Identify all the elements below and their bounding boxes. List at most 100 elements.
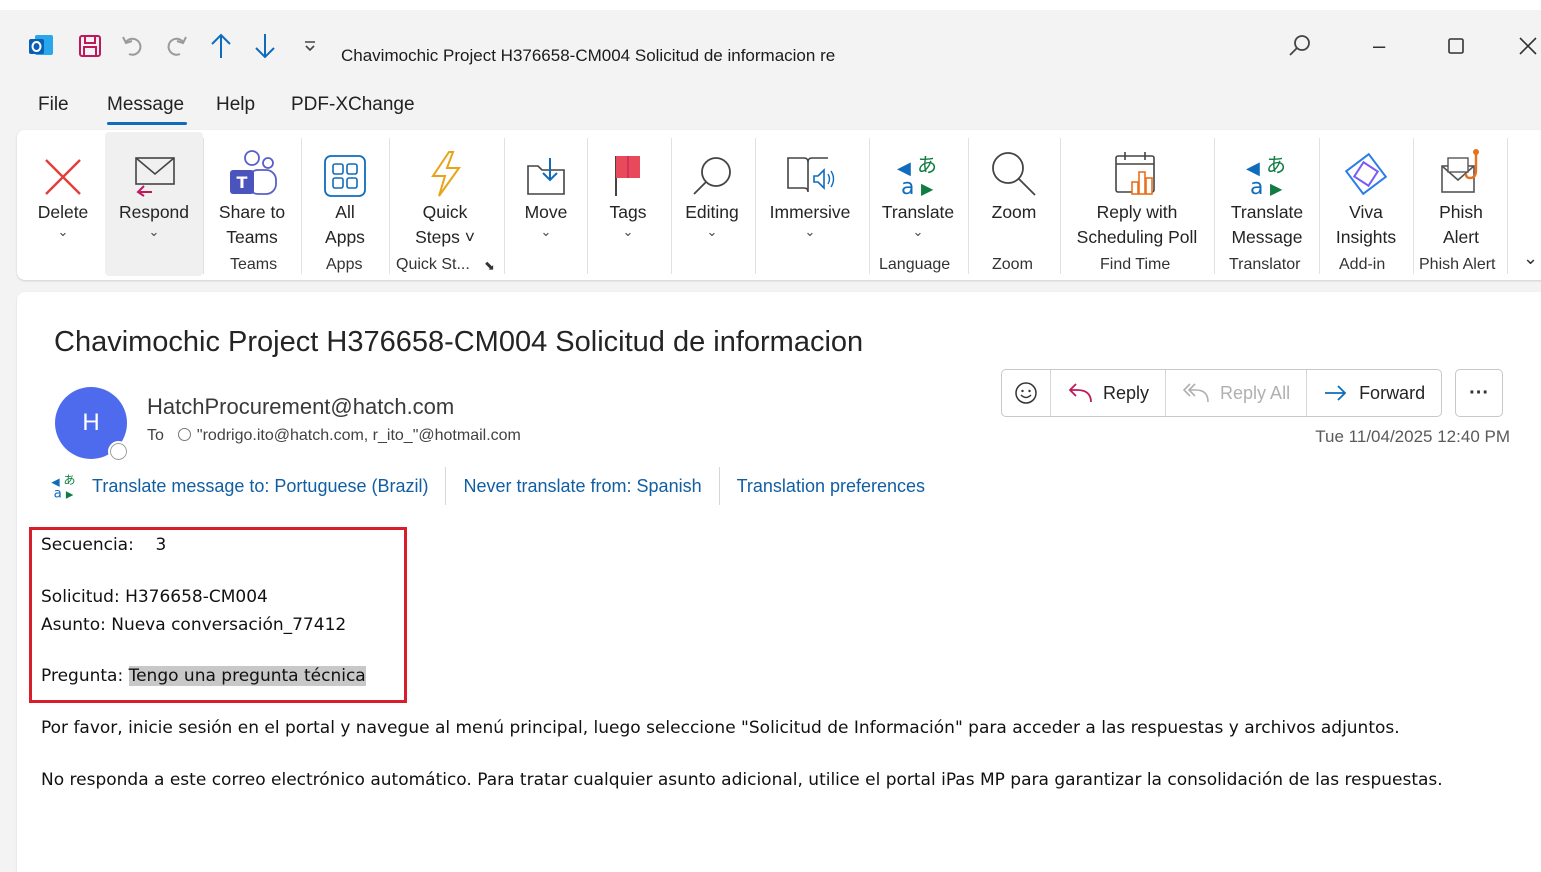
recipient-line: To "rodrigo.ito@hatch.com, r_ito_"@hotmai… bbox=[147, 427, 521, 445]
ribbon-divider bbox=[203, 138, 204, 274]
save-icon[interactable] bbox=[77, 32, 103, 60]
reply-with-scheduling-poll-button[interactable]: Reply with Scheduling Poll bbox=[1067, 130, 1207, 250]
phish-alert-label: Phish Alert bbox=[1439, 202, 1483, 247]
more-actions-button[interactable]: ··· bbox=[1455, 369, 1504, 417]
never-translate-link[interactable]: Never translate from: Spanish bbox=[445, 467, 718, 505]
previous-item-icon[interactable] bbox=[209, 32, 233, 60]
ribbon-divider bbox=[389, 138, 390, 274]
redo-icon[interactable] bbox=[163, 32, 189, 60]
apps-grid-icon bbox=[323, 136, 367, 198]
respond-button[interactable]: Respond ⌄ bbox=[113, 130, 195, 250]
translate-button[interactable]: ◀ あ a ▶ Translate ⌄ bbox=[875, 130, 961, 250]
next-item-icon[interactable] bbox=[253, 32, 277, 60]
ribbon-divider bbox=[968, 138, 969, 274]
svg-text:あ: あ bbox=[917, 153, 937, 177]
presence-status-icon bbox=[108, 441, 129, 462]
translate-icon: ◀あa▶ bbox=[895, 136, 941, 198]
ribbon-divider bbox=[869, 138, 870, 274]
editing-label: Editing bbox=[685, 202, 739, 222]
move-button[interactable]: Move ⌄ bbox=[511, 130, 581, 250]
quick-steps-button[interactable]: Quick Steps ˅ bbox=[397, 130, 493, 250]
customize-toolbar-icon[interactable] bbox=[302, 32, 318, 60]
tab-pdf-xchange[interactable]: PDF-XChange bbox=[291, 94, 415, 116]
zoom-icon bbox=[990, 136, 1038, 198]
immersive-button[interactable]: Immersive ⌄ bbox=[763, 130, 857, 250]
scheduling-poll-icon bbox=[1113, 136, 1161, 198]
outlook-logo-icon bbox=[27, 32, 55, 60]
reply-action-group: Reply Reply All Forward bbox=[1001, 369, 1443, 417]
svg-text:a: a bbox=[1250, 175, 1263, 198]
group-label-teams: Teams bbox=[230, 256, 278, 273]
search-icon bbox=[690, 136, 734, 198]
ribbon-divider bbox=[1060, 138, 1061, 274]
dialog-launcher-icon[interactable]: ⬊ bbox=[484, 258, 495, 274]
tab-message[interactable]: Message bbox=[107, 94, 184, 116]
phish-alert-icon bbox=[1436, 136, 1486, 198]
respond-label: Respond bbox=[118, 202, 190, 222]
close-button[interactable] bbox=[1518, 32, 1538, 60]
sender-address[interactable]: HatchProcurement@hatch.com bbox=[147, 394, 454, 420]
translate-message-label: Translate Message bbox=[1230, 202, 1304, 247]
recipient-address[interactable]: "rodrigo.ito@hatch.com, r_ito_"@hotmail.… bbox=[197, 427, 521, 444]
tab-help[interactable]: Help bbox=[216, 94, 255, 116]
translation-bar: ◀ あ a ▶ Translate message to: Portuguese (B… bbox=[50, 466, 942, 506]
undo-icon[interactable] bbox=[120, 32, 146, 60]
immersive-label: Immersive bbox=[769, 202, 851, 222]
ribbon-divider bbox=[1413, 138, 1414, 274]
share-to-teams-button[interactable]: T Share to Teams bbox=[209, 130, 295, 250]
svg-text:a: a bbox=[901, 175, 914, 198]
svg-text:あ: あ bbox=[63, 473, 75, 487]
tags-label: Tags bbox=[609, 202, 647, 222]
group-label-zoom: Zoom bbox=[992, 256, 1033, 273]
message-actions: Reply Reply All Forward ··· bbox=[1001, 369, 1504, 417]
search-icon[interactable] bbox=[1287, 32, 1313, 60]
minimize-button[interactable]: – bbox=[1373, 32, 1385, 60]
smiley-icon bbox=[1015, 382, 1037, 404]
chevron-down-icon: ⌄ bbox=[148, 224, 160, 239]
chevron-down-icon: ⌄ bbox=[804, 224, 816, 239]
phish-alert-button[interactable]: Phish Alert bbox=[1421, 130, 1501, 250]
chevron-down-icon: ⌄ bbox=[57, 224, 69, 239]
group-label-translator: Translator bbox=[1229, 256, 1301, 273]
viva-insights-button[interactable]: Viva Insights bbox=[1326, 130, 1406, 250]
viva-insights-icon bbox=[1342, 136, 1390, 198]
delete-button[interactable]: Delete ⌄ bbox=[23, 130, 103, 250]
ribbon-divider bbox=[755, 138, 756, 274]
quick-steps-label: Quick Steps ˅ bbox=[415, 202, 475, 247]
translate-message-button[interactable]: ◀ あ a ▶ Translate Message bbox=[1222, 130, 1312, 250]
zoom-label: Zoom bbox=[991, 202, 1037, 222]
title-bar: Chavimochic Project H376658-CM004 Solici… bbox=[0, 10, 1541, 84]
reply-with-scheduling-poll-label: Reply with Scheduling Poll bbox=[1076, 202, 1198, 247]
respond-icon bbox=[130, 136, 178, 198]
translate-label: Translate bbox=[881, 202, 955, 222]
all-apps-button[interactable]: All Apps bbox=[309, 130, 381, 250]
maximize-button[interactable] bbox=[1447, 32, 1465, 60]
translation-preferences-link[interactable]: Translation preferences bbox=[718, 467, 942, 505]
reply-all-icon bbox=[1182, 383, 1209, 403]
translate-message-link[interactable]: Translate message to: Portuguese (Brazil… bbox=[78, 467, 445, 505]
group-label-phish-alert: Phish Alert bbox=[1419, 256, 1496, 273]
forward-button[interactable]: Forward bbox=[1307, 370, 1441, 416]
emoji-reaction-button[interactable] bbox=[1002, 370, 1051, 416]
tags-button[interactable]: Tags ⌄ bbox=[595, 130, 661, 250]
delete-label: Delete bbox=[37, 202, 89, 222]
translate-icon: ◀あa▶ bbox=[51, 473, 75, 500]
move-icon bbox=[524, 136, 568, 198]
forward-label: Forward bbox=[1359, 382, 1426, 403]
reply-button[interactable]: Reply bbox=[1051, 370, 1167, 416]
group-label-quick-steps: Quick St... bbox=[396, 256, 470, 273]
ribbon-divider bbox=[1507, 138, 1508, 274]
editing-button[interactable]: Editing ⌄ bbox=[677, 130, 747, 250]
zoom-button[interactable]: Zoom bbox=[975, 130, 1053, 250]
ribbon-expand-icon[interactable]: ⌄ bbox=[1523, 248, 1538, 269]
immersive-reader-icon bbox=[784, 136, 836, 198]
recipient-presence-icon bbox=[177, 428, 191, 441]
svg-text:あ: あ bbox=[1266, 153, 1286, 177]
svg-text:T: T bbox=[237, 173, 248, 192]
reply-all-button[interactable]: Reply All bbox=[1166, 370, 1308, 416]
reply-icon bbox=[1068, 383, 1092, 403]
chevron-down-icon: ⌄ bbox=[540, 224, 552, 239]
tab-file[interactable]: File bbox=[38, 94, 69, 116]
chevron-down-icon: ⌄ bbox=[706, 224, 718, 239]
viva-insights-label: Viva Insights bbox=[1335, 202, 1397, 247]
